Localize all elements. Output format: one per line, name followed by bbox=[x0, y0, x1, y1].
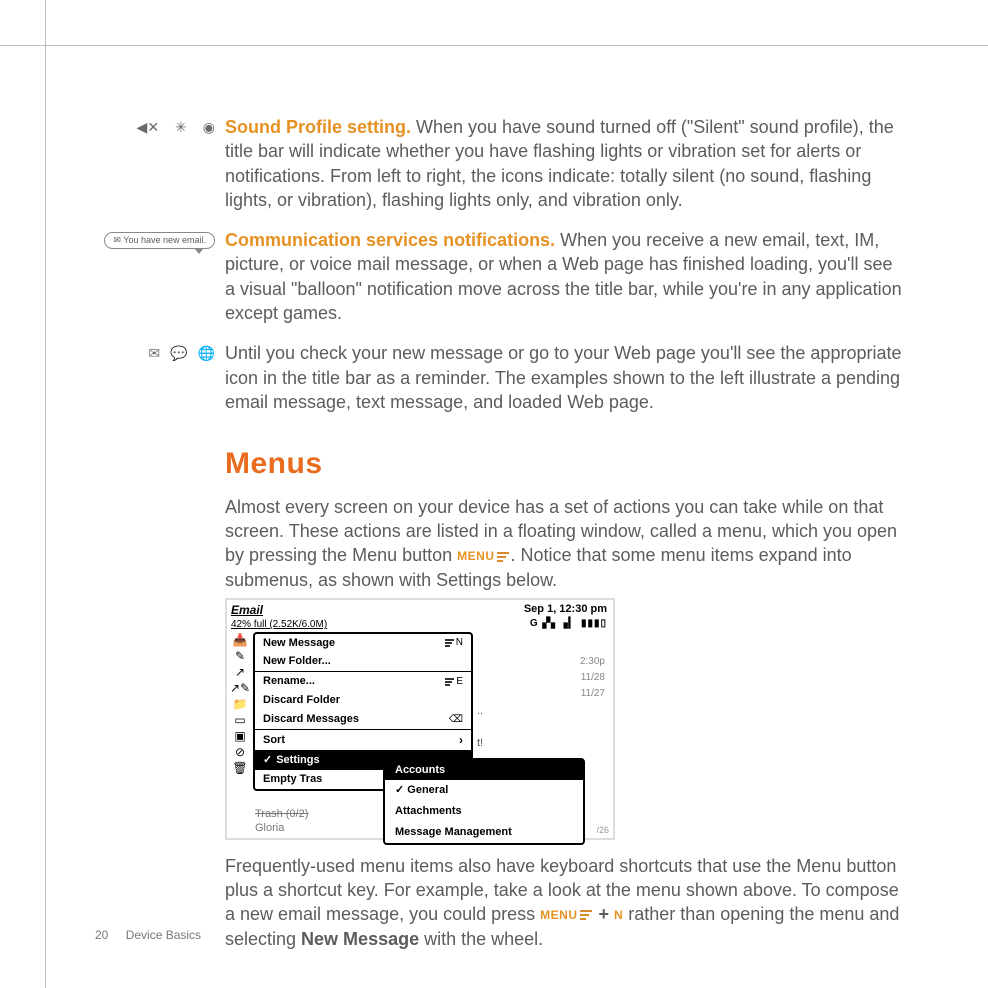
shot-bg-fragments: .. t! bbox=[477, 704, 483, 752]
sidebar-outbox-icon: ↗✎ bbox=[230, 682, 250, 694]
reminder-row: ✉ 💬 🌐 Until you check your new message o… bbox=[95, 341, 905, 414]
submenu-accounts[interactable]: Accounts bbox=[385, 760, 583, 781]
outro-new-message: New Message bbox=[301, 929, 419, 949]
menu-sort-label: Sort bbox=[263, 733, 285, 748]
sound-profile-text: Sound Profile setting. When you have sou… bbox=[225, 115, 905, 212]
menu-new-folder[interactable]: New Folder... bbox=[255, 652, 471, 672]
menu-sort[interactable]: Sort › bbox=[255, 730, 471, 751]
email-pending-icon: ✉ bbox=[148, 345, 160, 362]
menu-new-folder-label: New Folder... bbox=[263, 654, 331, 669]
trash-line-2: Gloria bbox=[255, 821, 308, 835]
menu-shortcut-icon bbox=[445, 678, 454, 686]
page-number: 20 bbox=[95, 928, 108, 942]
shot-clock: Sep 1, 12:30 pm bbox=[524, 602, 607, 617]
submenu-arrow-icon: › bbox=[459, 732, 463, 748]
sidebar-inbox-icon: 📥 bbox=[233, 634, 248, 646]
balloon-text: You have new email. bbox=[123, 235, 206, 245]
sound-profile-lead: Sound Profile setting. bbox=[225, 117, 411, 137]
bg-frag-2: t! bbox=[477, 736, 483, 751]
submenu-attachments[interactable]: Attachments bbox=[385, 801, 583, 822]
silent-icon: ◀✕ bbox=[137, 119, 160, 136]
notification-balloon: ✉ You have new email. bbox=[104, 232, 215, 249]
sidebar-trash-icon: 🗑 bbox=[232, 762, 247, 774]
shot-bottom-date: /26 bbox=[596, 824, 609, 836]
menu-discard-messages-label: Discard Messages bbox=[263, 712, 359, 727]
menu-new-message-label: New Message bbox=[263, 636, 335, 651]
shot-titlebar: Email 42% full (2.52K/6.0M) Sep 1, 12:30… bbox=[227, 600, 613, 632]
menus-section: Menus Almost every screen on your device… bbox=[95, 430, 905, 951]
section-title: Device Basics bbox=[126, 928, 201, 942]
text-pending-icon: 💬 bbox=[170, 345, 187, 362]
shot-bg-rows: 2:30p 11/28 11/27 bbox=[580, 654, 605, 702]
device-screenshot: Email 42% full (2.52K/6.0M) Sep 1, 12:30… bbox=[225, 598, 615, 840]
shot-app-name: Email bbox=[231, 602, 524, 618]
page-footer: 20 Device Basics bbox=[95, 928, 201, 942]
menu-rename-shortcut: E bbox=[456, 675, 463, 689]
shot-sidebar: 📥 ✎ ↗ ↗✎ 📁 ▭ ▣ ⊘ 🗑 bbox=[229, 632, 251, 838]
outro-shortcut-key: N bbox=[614, 908, 623, 922]
reminder-icons: ✉ 💬 🌐 bbox=[148, 345, 215, 362]
flashing-lights-icon: ✳ bbox=[175, 119, 187, 136]
outro-c: with the wheel. bbox=[419, 929, 543, 949]
menu-rename-label: Rename... bbox=[263, 674, 315, 689]
page-content: ◀✕ ✳ ◉ Sound Profile setting. When you h… bbox=[95, 115, 905, 967]
comm-services-row: ✉ You have new email. Communication serv… bbox=[95, 228, 905, 325]
menu-new-message-shortcut: N bbox=[456, 636, 463, 650]
menu-discard-messages[interactable]: Discard Messages ⌫ bbox=[255, 710, 471, 730]
menu-rename[interactable]: Rename... E bbox=[255, 672, 471, 691]
menu-discard-folder[interactable]: Discard Folder bbox=[255, 691, 471, 710]
menu-icon bbox=[580, 910, 592, 920]
outro-plus: + bbox=[594, 904, 615, 924]
menu-discard-messages-shortcut: ⌫ bbox=[449, 713, 463, 727]
vibration-icon: ◉ bbox=[203, 119, 215, 136]
sidebar-spam-icon: ⊘ bbox=[235, 746, 245, 758]
shot-trash-area: Trash (0/2) Gloria bbox=[255, 807, 308, 836]
bg-frag-1: .. bbox=[477, 704, 483, 719]
trash-line-1: Trash (0/2) bbox=[255, 807, 308, 821]
menu-settings-label: Settings bbox=[276, 753, 319, 768]
menu-shortcut-icon bbox=[445, 639, 454, 647]
sidebar-sent-icon: ↗ bbox=[235, 666, 245, 678]
menus-outro: Frequently-used menu items also have key… bbox=[225, 854, 905, 951]
comm-services-text: Communication services notifications. Wh… bbox=[225, 228, 905, 325]
menu-icon bbox=[497, 552, 509, 562]
sidebar-folder3-icon: ▣ bbox=[234, 730, 245, 742]
menus-intro: Almost every screen on your device has a… bbox=[225, 495, 905, 592]
shot-storage: 42% full (2.52K/6.0M) bbox=[231, 618, 524, 632]
reminder-text: Until you check your new message or go t… bbox=[225, 341, 905, 414]
bg-row-1: 2:30p bbox=[580, 654, 605, 670]
sound-profile-icons: ◀✕ ✳ ◉ bbox=[137, 119, 215, 136]
menu-empty-trash-label: Empty Tras bbox=[263, 773, 322, 785]
sidebar-folder-icon: 📁 bbox=[233, 698, 248, 710]
bg-row-2: 11/28 bbox=[580, 670, 605, 686]
shot-signal: G ▞▖▗▎ ▮▮▮▯ bbox=[524, 617, 607, 631]
outro-menu-label: MENU bbox=[540, 908, 577, 922]
shot-submenu[interactable]: Accounts General Attachments Message Man… bbox=[383, 758, 585, 845]
sidebar-folder2-icon: ▭ bbox=[234, 714, 245, 726]
web-loaded-icon: 🌐 bbox=[198, 345, 215, 362]
submenu-general[interactable]: General bbox=[385, 780, 583, 801]
comm-services-lead: Communication services notifications. bbox=[225, 230, 555, 250]
menu-new-message[interactable]: New Message N bbox=[255, 634, 471, 653]
sidebar-drafts-icon: ✎ bbox=[235, 650, 245, 662]
submenu-message-management[interactable]: Message Management bbox=[385, 822, 583, 843]
bg-row-3: 11/27 bbox=[580, 686, 605, 702]
menu-key-label: MENU bbox=[457, 550, 494, 564]
menus-heading: Menus bbox=[225, 444, 905, 485]
menu-discard-folder-label: Discard Folder bbox=[263, 693, 340, 708]
sound-profile-row: ◀✕ ✳ ◉ Sound Profile setting. When you h… bbox=[95, 115, 905, 212]
menu-settings-check-icon: ✓ bbox=[263, 753, 272, 768]
